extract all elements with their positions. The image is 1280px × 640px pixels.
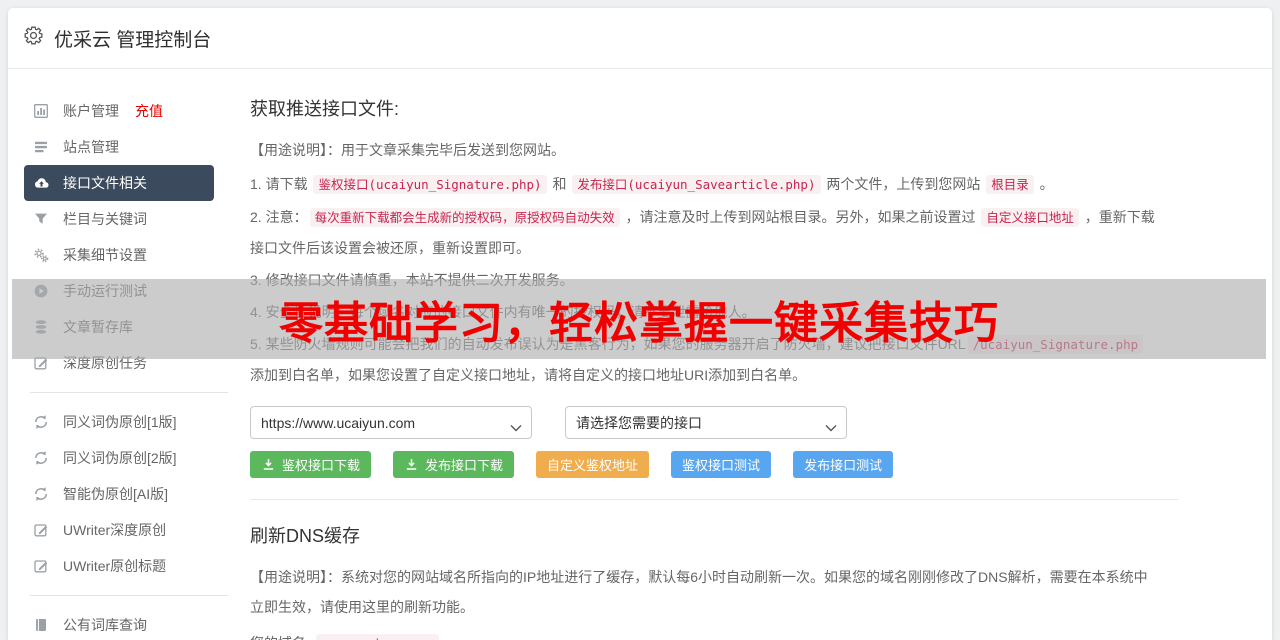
sidebar-item-label: 采集细节设置 [63, 245, 147, 265]
instruction-line: 2. 注意：每次重新下载都会生成新的授权码，原授权码自动失效 ，请注意及时上传到… [250, 202, 1155, 263]
instruction-text: 2. 注意： [250, 209, 308, 225]
cloud-upload-icon [33, 175, 50, 191]
auth-download-button[interactable]: 鉴权接口下载 [250, 451, 371, 478]
code-snippet: 自定义接口地址 [981, 208, 1079, 227]
interface-select[interactable]: 请选择您需要的接口 [565, 406, 847, 439]
sidebar-item-collect-settings[interactable]: 采集细节设置 [24, 237, 214, 273]
section-divider [250, 499, 1178, 500]
instruction-text: 两个文件，上传到您网站 [823, 176, 985, 192]
interface-select-wrap: 请选择您需要的接口 [565, 406, 847, 439]
sidebar-item-label: 公有词库查询 [63, 615, 147, 635]
sidebar-item-columns-keywords[interactable]: 栏目与关键词 [24, 201, 214, 237]
publish-test-button[interactable]: 发布接口测试 [793, 451, 893, 478]
dns-usage-note: 【用途说明】：系统对您的网站域名所指向的IP地址进行了缓存，默认每6小时自动刷新… [250, 562, 1155, 622]
sidebar-item-sites[interactable]: 站点管理 [24, 129, 214, 165]
site-select-wrap: https://www.ucaiyun.com [250, 406, 532, 439]
sync-icon [33, 486, 50, 502]
download-icon [261, 457, 276, 472]
sidebar-item-label: 同义词伪原创[2版] [63, 448, 177, 468]
publish-download-button[interactable]: 发布接口下载 [393, 451, 514, 478]
sidebar-item-label: UWriter原创标题 [63, 556, 166, 576]
sync-icon [33, 414, 50, 430]
instruction-text: ，请注意及时上传到网站根目录。另外，如果之前设置过 [622, 209, 980, 225]
sidebar-divider [30, 595, 228, 596]
code-snippet: 根目录 [986, 175, 1034, 194]
buttons-row: 鉴权接口下载 发布接口下载 自定义鉴权地址 鉴权接口测试 发布接口测试 [250, 451, 1272, 478]
app-header: 优采云 管理控制台 [8, 8, 1272, 69]
recharge-badge[interactable]: 充值 [135, 101, 163, 121]
button-label: 发布接口下载 [425, 455, 503, 474]
sidebar-item-synonym-v1[interactable]: 同义词伪原创[1版] [24, 404, 214, 440]
sidebar-item-label: 栏目与关键词 [63, 209, 147, 229]
section-title-dns: 刷新DNS缓存 [250, 522, 1272, 548]
instruction-text: 和 [549, 176, 571, 192]
code-snippet: 鉴权接口(ucaiyun_Signature.php) [313, 175, 546, 194]
gear-icon [24, 26, 43, 50]
promo-text: 零基础学习，轻松掌握一键采集技巧 [279, 287, 999, 351]
chart-bar-icon [33, 103, 50, 119]
button-label: 鉴权接口下载 [282, 455, 360, 474]
instruction-text: 1. 请下载 [250, 176, 311, 192]
instruction-text: 。 [1036, 176, 1054, 192]
sidebar-item-synonym-v2[interactable]: 同义词伪原创[2版] [24, 440, 214, 476]
site-select[interactable]: https://www.ucaiyun.com [250, 406, 532, 439]
sidebar-item-uwriter-deep[interactable]: UWriter深度原创 [24, 512, 214, 548]
app-title: 优采云 管理控制台 [54, 25, 211, 52]
filter-icon [33, 211, 50, 227]
code-snippet: 每次重新下载都会生成新的授权码，原授权码自动失效 [310, 208, 620, 227]
edit-icon [33, 522, 50, 538]
sidebar-item-label: 智能伪原创[AI版] [63, 484, 168, 504]
domain-line: 您的域名: www.ucaiyun.com [250, 628, 1155, 640]
button-label: 自定义鉴权地址 [547, 455, 638, 474]
sidebar-item-interface-files[interactable]: 接口文件相关 [24, 165, 214, 201]
instruction-text: 添加到白名单，如果您设置了自定义接口地址，请将自定义的接口地址URI添加到白名单… [250, 367, 806, 383]
sidebar-item-label: 站点管理 [63, 137, 119, 157]
instruction-line: 1. 请下载 鉴权接口(ucaiyun_Signature.php) 和 发布接… [250, 169, 1155, 200]
usage-note: 【用途说明】：用于文章采集完毕后发送到您网站。 [250, 135, 1155, 165]
selects-row: https://www.ucaiyun.com 请选择您需要的接口 [250, 406, 1272, 439]
promo-overlay: 零基础学习，轻松掌握一键采集技巧 [12, 279, 1266, 359]
domain-label: 您的域名: [250, 635, 310, 640]
sidebar-item-ai-rewrite[interactable]: 智能伪原创[AI版] [24, 476, 214, 512]
sidebar-item-public-thesaurus[interactable]: 公有词库查询 [24, 607, 214, 640]
gears-icon [33, 247, 50, 263]
sidebar-item-label: 接口文件相关 [63, 173, 147, 193]
domain-value: www.ucaiyun.com [316, 634, 439, 640]
button-label: 发布接口测试 [804, 455, 882, 474]
list-icon [33, 139, 50, 155]
sidebar-item-label: 账户管理 [63, 101, 119, 121]
code-snippet: 发布接口(ucaiyun_Savearticle.php) [572, 175, 820, 194]
auth-test-button[interactable]: 鉴权接口测试 [671, 451, 771, 478]
sync-icon [33, 450, 50, 466]
edit-icon [33, 558, 50, 574]
section-title-interface-files: 获取推送接口文件: [250, 95, 1272, 121]
custom-auth-url-button[interactable]: 自定义鉴权地址 [536, 451, 649, 478]
book-icon [33, 617, 50, 633]
sidebar-item-label: UWriter深度原创 [63, 520, 166, 540]
download-icon [404, 457, 419, 472]
sidebar-divider [30, 392, 228, 393]
button-label: 鉴权接口测试 [682, 455, 760, 474]
sidebar-item-uwriter-title[interactable]: UWriter原创标题 [24, 548, 214, 584]
sidebar-item-label: 同义词伪原创[1版] [63, 412, 177, 432]
sidebar-item-account[interactable]: 账户管理充值 [24, 93, 214, 129]
